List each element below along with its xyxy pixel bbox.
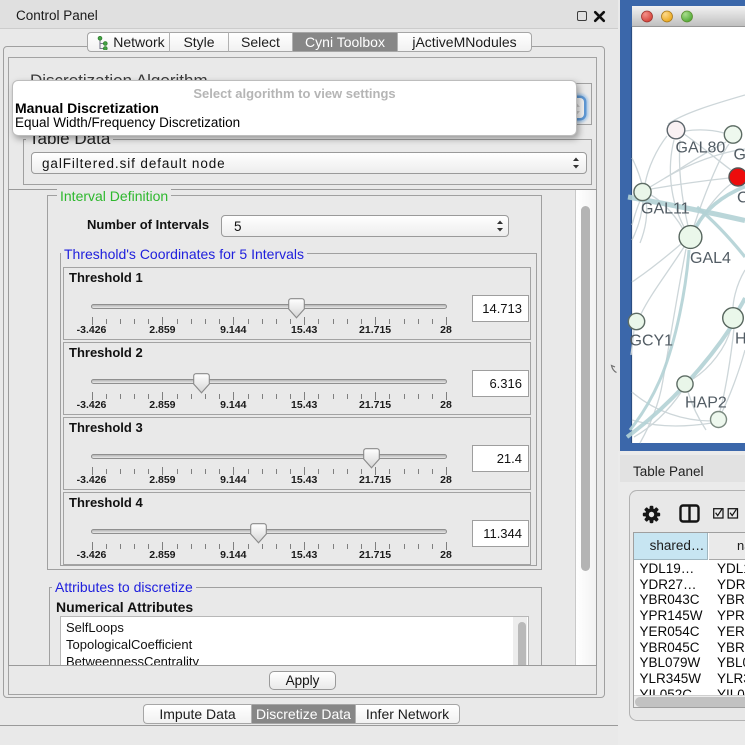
svg-text:GA: GA — [734, 147, 745, 164]
svg-text:GAL4: GAL4 — [690, 250, 731, 267]
svg-text:GAL80: GAL80 — [676, 140, 726, 157]
svg-text:H: H — [735, 331, 745, 348]
svg-text:GAL11: GAL11 — [641, 201, 690, 218]
svg-text:C: C — [737, 190, 745, 207]
svg-text:GCY1: GCY1 — [630, 333, 674, 350]
svg-text:HAP2: HAP2 — [685, 395, 727, 412]
